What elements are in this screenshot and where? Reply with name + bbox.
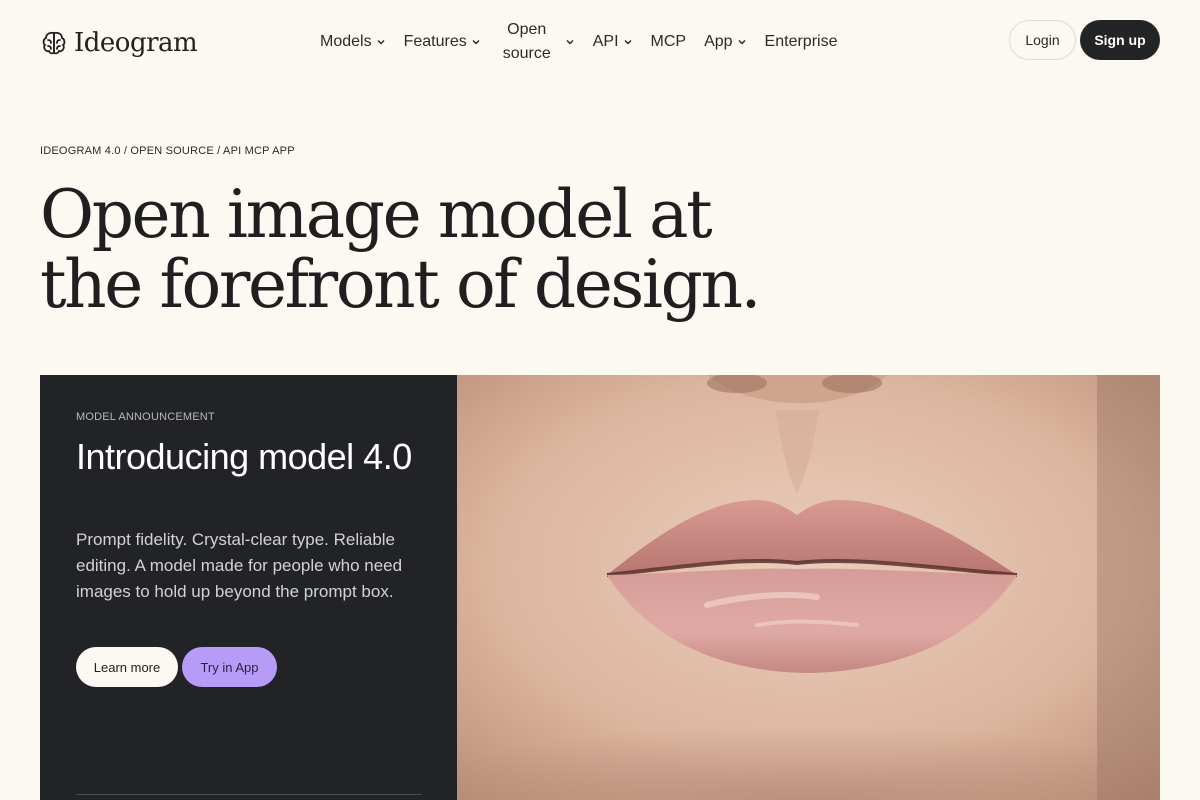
card-description: Prompt fidelity. Crystal-clear type. Rel… — [76, 530, 403, 601]
try-in-app-button[interactable]: Try in App — [182, 647, 277, 687]
chevron-down-icon — [377, 39, 385, 45]
breadcrumb: IDEOGRAM 4.0 / OPEN SOURCE / API MCP APP — [40, 145, 295, 157]
chevron-down-icon — [472, 39, 480, 45]
nav-item-mcp[interactable]: MCP — [651, 33, 687, 51]
brand-logo[interactable]: Ideogram — [40, 26, 198, 60]
signup-button[interactable]: Sign up — [1080, 20, 1160, 60]
nav-item-label: Open source — [502, 21, 551, 62]
nav-item-app[interactable]: App — [704, 33, 746, 51]
nav-item-features[interactable]: Features — [404, 33, 481, 51]
nav-item-label: Enterprise — [764, 33, 838, 50]
nav-item-label: API — [592, 33, 619, 50]
lips-photo-illustration — [457, 375, 1160, 800]
nav-item-open-source[interactable]: Open source — [499, 18, 575, 66]
nav-item-label: Features — [403, 33, 467, 50]
learn-more-button[interactable]: Learn more — [76, 647, 178, 687]
chevron-down-icon — [566, 39, 574, 45]
main-nav: Models Features Open source API MCP App … — [320, 16, 855, 68]
site-header: Ideogram Models Features Open source API… — [0, 0, 1200, 84]
nav-item-api[interactable]: API — [593, 33, 633, 51]
chevron-down-icon — [623, 39, 632, 45]
nav-item-label: MCP — [650, 33, 687, 50]
nav-item-models[interactable]: Models — [320, 33, 386, 51]
hero-lips-image — [457, 375, 1160, 800]
login-button[interactable]: Login — [1009, 20, 1076, 60]
chevron-down-icon — [738, 39, 746, 45]
page-title: Open image model at the forefront of des… — [40, 176, 762, 323]
card-eyebrow: MODEL ANNOUNCEMENT — [76, 411, 215, 423]
nav-item-label: Models — [320, 33, 372, 50]
card-title: Introducing model 4.0 — [76, 436, 412, 477]
nav-item-enterprise[interactable]: Enterprise — [765, 33, 838, 51]
card-divider — [76, 794, 422, 795]
brand-name: Ideogram — [74, 28, 198, 58]
brain-logo-icon — [42, 31, 66, 55]
nav-item-label: App — [704, 33, 733, 50]
announcement-card: MODEL ANNOUNCEMENT Introducing model 4.0… — [40, 375, 458, 800]
